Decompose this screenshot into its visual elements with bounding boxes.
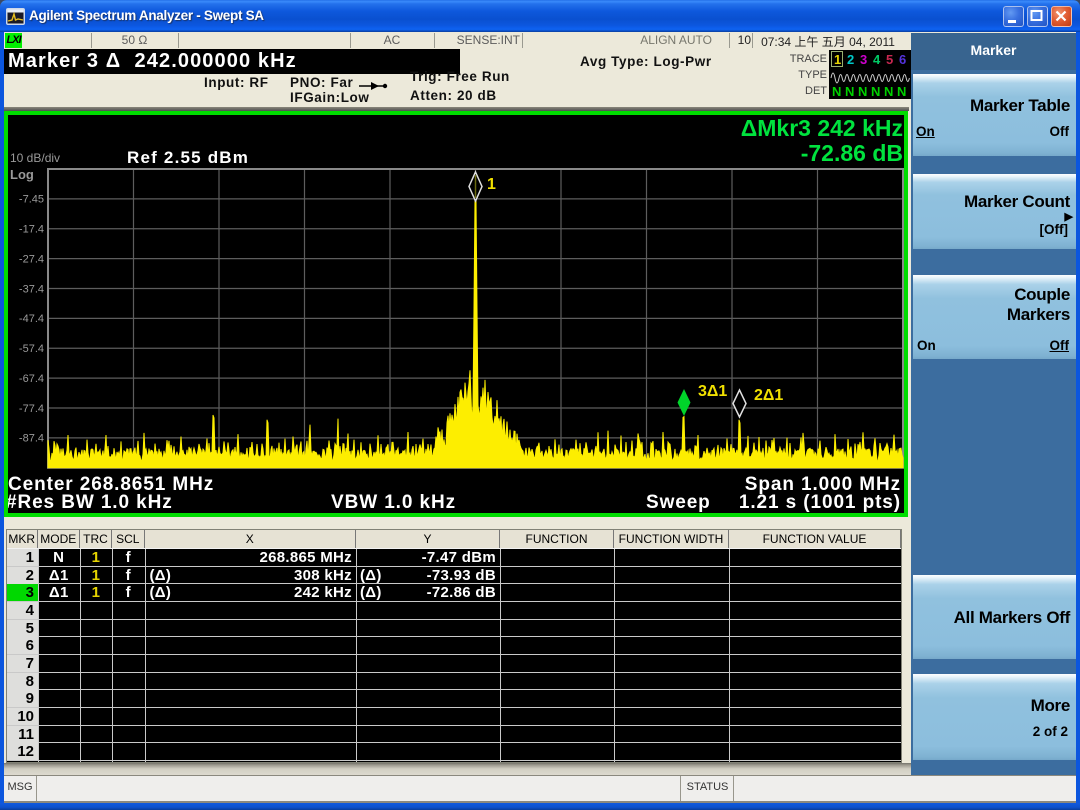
svg-text:6: 6: [899, 52, 906, 67]
svg-text:-57.4: -57.4: [19, 343, 44, 355]
svg-text:-67.4: -67.4: [19, 373, 44, 385]
svg-text:4: 4: [873, 52, 881, 67]
svg-text:Ref 2.55 dBm: Ref 2.55 dBm: [127, 148, 249, 167]
svg-text:VBW 1.0 kHz: VBW 1.0 kHz: [331, 492, 456, 513]
svg-text:2: 2: [847, 52, 854, 67]
svg-text:#Res BW 1.0 kHz: #Res BW 1.0 kHz: [8, 492, 173, 513]
svg-text:Sweep: Sweep: [646, 492, 711, 513]
svg-text:-7.45: -7.45: [19, 194, 44, 206]
svg-text:-87.4: -87.4: [19, 433, 44, 445]
svg-text:N: N: [845, 84, 854, 99]
svg-text:-27.4: -27.4: [19, 253, 44, 265]
svg-text:-47.4: -47.4: [19, 313, 44, 325]
svg-text:2Δ1: 2Δ1: [754, 387, 783, 404]
svg-text:3: 3: [860, 52, 867, 67]
svg-text:1: 1: [487, 176, 496, 193]
svg-text:-77.4: -77.4: [19, 403, 44, 415]
svg-text:N: N: [832, 84, 841, 99]
svg-text:1: 1: [834, 52, 841, 67]
svg-text:-17.4: -17.4: [19, 224, 44, 236]
svg-text:10 dB/div: 10 dB/div: [10, 151, 60, 165]
svg-text:ΔMkr3 242 kHz: ΔMkr3 242 kHz: [741, 115, 903, 141]
svg-text:3Δ1: 3Δ1: [698, 383, 727, 400]
svg-text:Log: Log: [10, 167, 34, 182]
svg-text:N: N: [871, 84, 880, 99]
svg-text:-72.86 dB: -72.86 dB: [801, 140, 903, 166]
svg-text:N: N: [858, 84, 867, 99]
svg-text:5: 5: [886, 52, 893, 67]
svg-text:N: N: [897, 84, 906, 99]
svg-text:-37.4: -37.4: [19, 283, 44, 295]
svg-text:1.21 s (1001 pts): 1.21 s (1001 pts): [739, 492, 901, 513]
svg-text:N: N: [884, 84, 893, 99]
